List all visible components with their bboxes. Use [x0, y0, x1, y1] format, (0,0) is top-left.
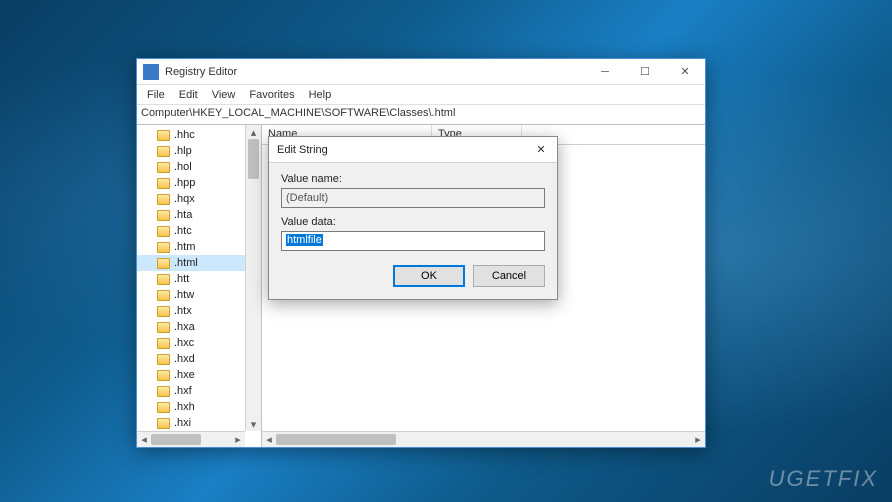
tree-item-label: .hxf [174, 385, 192, 397]
app-icon [143, 64, 159, 80]
scroll-right-icon[interactable]: ▸ [231, 432, 245, 447]
edit-string-dialog: Edit String ✕ Value name: Value data: ht… [268, 136, 558, 300]
minimize-button[interactable]: ─ [585, 59, 625, 85]
cancel-button[interactable]: Cancel [473, 265, 545, 287]
folder-icon [157, 306, 170, 317]
list-hscrollbar[interactable]: ◂ ▸ [262, 431, 705, 447]
menu-favorites[interactable]: Favorites [243, 87, 300, 103]
tree-item[interactable]: .hta [137, 207, 261, 223]
window-title: Registry Editor [165, 66, 585, 78]
folder-icon [157, 226, 170, 237]
scroll-thumb[interactable] [276, 434, 396, 445]
tree-item-label: .hlp [174, 145, 192, 157]
tree-item-label: .hta [174, 209, 192, 221]
menu-help[interactable]: Help [303, 87, 338, 103]
folder-icon [157, 354, 170, 365]
close-button[interactable]: ✕ [665, 59, 705, 85]
scroll-up-icon[interactable]: ▴ [246, 125, 261, 139]
tree-item[interactable]: .htx [137, 303, 261, 319]
tree-item-label: .hqx [174, 193, 195, 205]
tree-item[interactable]: .hlp [137, 143, 261, 159]
tree-item[interactable]: .htc [137, 223, 261, 239]
folder-icon [157, 258, 170, 269]
dialog-titlebar[interactable]: Edit String ✕ [269, 137, 557, 163]
dialog-title: Edit String [277, 144, 525, 156]
tree-item[interactable]: .hxc [137, 335, 261, 351]
tree-item[interactable]: .hxe [137, 367, 261, 383]
value-name-label: Value name: [281, 173, 545, 185]
tree-item[interactable]: .hhc [137, 127, 261, 143]
scroll-left-icon[interactable]: ◂ [262, 432, 276, 447]
scroll-right-icon[interactable]: ▸ [691, 432, 705, 447]
folder-icon [157, 322, 170, 333]
tree-item[interactable]: .html [137, 255, 261, 271]
tree-item-label: .htw [174, 289, 194, 301]
menu-edit[interactable]: Edit [173, 87, 204, 103]
watermark: UGETFIX [769, 466, 878, 492]
tree-item-label: .hxh [174, 401, 195, 413]
value-data-label: Value data: [281, 216, 545, 228]
tree-item-label: .html [174, 257, 198, 269]
folder-icon [157, 386, 170, 397]
value-data-input[interactable]: htmlfile [281, 231, 545, 251]
tree-pane: .hhc .hlp .hol .hpp .hqx .hta .htc .htm .html .ht… [137, 125, 262, 447]
tree-vscrollbar[interactable]: ▴ ▾ [245, 125, 261, 431]
menu-file[interactable]: File [141, 87, 171, 103]
tree-item[interactable]: .htm [137, 239, 261, 255]
titlebar[interactable]: Registry Editor ─ ☐ ✕ [137, 59, 705, 85]
tree-item-label: .htt [174, 273, 189, 285]
scroll-thumb[interactable] [151, 434, 201, 445]
tree-item-label: .htm [174, 241, 195, 253]
menu-view[interactable]: View [206, 87, 242, 103]
dialog-close-button[interactable]: ✕ [525, 137, 557, 163]
value-name-input[interactable] [281, 188, 545, 208]
menubar: File Edit View Favorites Help [137, 85, 705, 105]
folder-icon [157, 162, 170, 173]
folder-icon [157, 274, 170, 285]
scroll-left-icon[interactable]: ◂ [137, 432, 151, 447]
tree-item[interactable]: .hol [137, 159, 261, 175]
folder-icon [157, 242, 170, 253]
tree-item[interactable]: .hxi [137, 415, 261, 431]
tree-hscrollbar[interactable]: ◂ ▸ [137, 431, 245, 447]
maximize-button[interactable]: ☐ [625, 59, 665, 85]
folder-icon [157, 290, 170, 301]
folder-icon [157, 130, 170, 141]
tree-item[interactable]: .hxa [137, 319, 261, 335]
tree-item-label: .hxi [174, 417, 191, 429]
tree-item-label: .hxa [174, 321, 195, 333]
scroll-down-icon[interactable]: ▾ [246, 417, 261, 431]
tree-item-label: .htx [174, 305, 192, 317]
folder-icon [157, 370, 170, 381]
folder-icon [157, 402, 170, 413]
tree-item-label: .hxc [174, 337, 194, 349]
tree-item[interactable]: .htt [137, 271, 261, 287]
tree-item-label: .hpp [174, 177, 195, 189]
folder-icon [157, 146, 170, 157]
scroll-thumb[interactable] [248, 139, 259, 179]
tree-item[interactable]: .hxh [137, 399, 261, 415]
address-bar[interactable]: Computer\HKEY_LOCAL_MACHINE\SOFTWARE\Cla… [137, 105, 705, 125]
tree-item[interactable]: .htw [137, 287, 261, 303]
tree-item-label: .hhc [174, 129, 195, 141]
folder-icon [157, 338, 170, 349]
tree-item[interactable]: .hpp [137, 175, 261, 191]
tree-item-label: .hxe [174, 369, 195, 381]
folder-icon [157, 418, 170, 429]
folder-icon [157, 210, 170, 221]
tree-item[interactable]: .hxf [137, 383, 261, 399]
folder-icon [157, 178, 170, 189]
folder-icon [157, 194, 170, 205]
tree-item-label: .hxd [174, 353, 195, 365]
tree-item[interactable]: .hqx [137, 191, 261, 207]
tree-item[interactable]: .hxd [137, 351, 261, 367]
tree-item-label: .hol [174, 161, 192, 173]
tree-item-label: .htc [174, 225, 192, 237]
ok-button[interactable]: OK [393, 265, 465, 287]
